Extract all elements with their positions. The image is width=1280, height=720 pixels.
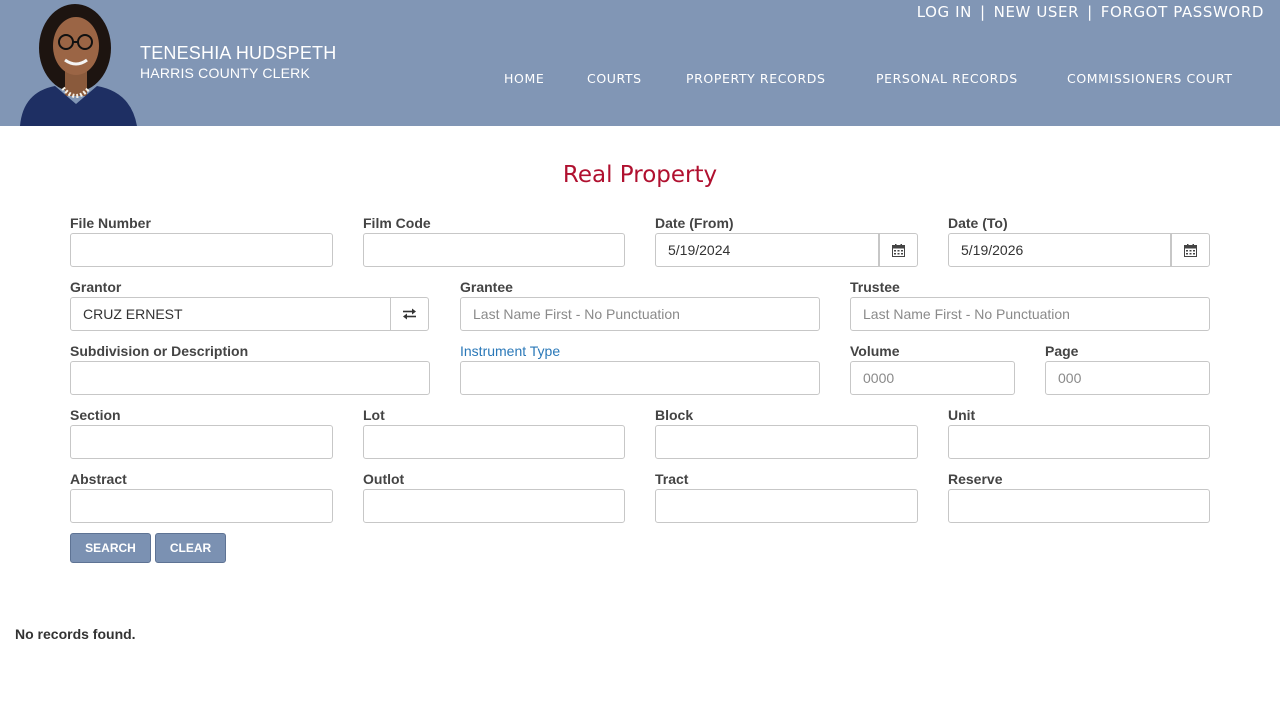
trustee-input[interactable]: [850, 297, 1210, 331]
date-from-label: Date (From): [655, 215, 734, 231]
outlot-input[interactable]: [363, 489, 625, 523]
instrument-type-link[interactable]: Instrument Type: [460, 343, 560, 359]
nav-personal-records[interactable]: PERSONAL RECORDS: [876, 71, 1018, 86]
clear-button[interactable]: CLEAR: [155, 533, 226, 563]
swap-names-button[interactable]: [390, 297, 429, 331]
grantor-label: Grantor: [70, 279, 122, 295]
section-input[interactable]: [70, 425, 333, 459]
file-number-input[interactable]: [70, 233, 333, 267]
calendar-icon: [892, 243, 905, 257]
unit-label: Unit: [948, 407, 976, 423]
subdivision-input[interactable]: [70, 361, 430, 395]
tract-input[interactable]: [655, 489, 918, 523]
clerk-portrait: [15, 0, 140, 126]
page-title: Real Property: [562, 162, 718, 188]
instrument-type-input[interactable]: [460, 361, 820, 395]
nav-commissioners-court[interactable]: COMMISSIONERS COURT: [1067, 71, 1233, 86]
file-number-label: File Number: [70, 215, 151, 231]
page-input[interactable]: [1045, 361, 1210, 395]
site-header: TENESHIA HUDSPETH HARRIS COUNTY CLERK LO…: [0, 0, 1280, 126]
date-from-input[interactable]: [655, 233, 879, 267]
volume-label: Volume: [850, 343, 900, 359]
date-to-picker-button[interactable]: [1171, 233, 1210, 267]
tract-label: Tract: [655, 471, 689, 487]
film-code-input[interactable]: [363, 233, 625, 267]
date-from-picker-button[interactable]: [879, 233, 918, 267]
clerk-name: TENESHIA HUDSPETH: [140, 43, 337, 63]
film-code-label: Film Code: [363, 215, 431, 231]
link-separator: |: [1087, 3, 1093, 21]
block-input[interactable]: [655, 425, 918, 459]
grantee-label: Grantee: [460, 279, 513, 295]
unit-input[interactable]: [948, 425, 1210, 459]
account-links: LOG IN | NEW USER | FORGOT PASSWORD: [917, 3, 1264, 21]
volume-input[interactable]: [850, 361, 1015, 395]
login-link[interactable]: LOG IN: [917, 3, 972, 21]
reserve-input[interactable]: [948, 489, 1210, 523]
date-to-label: Date (To): [948, 215, 1008, 231]
grantee-input[interactable]: [460, 297, 820, 331]
date-to-input[interactable]: [948, 233, 1171, 267]
subdivision-label: Subdivision or Description: [70, 343, 249, 359]
nav-property-records[interactable]: PROPERTY RECORDS: [686, 71, 826, 86]
lot-label: Lot: [363, 407, 385, 423]
link-separator: |: [979, 3, 986, 21]
nav-home[interactable]: HOME: [504, 71, 544, 86]
new-user-link[interactable]: NEW USER: [994, 3, 1080, 21]
abstract-label: Abstract: [70, 471, 127, 487]
lot-input[interactable]: [363, 425, 625, 459]
forgot-password-link[interactable]: FORGOT PASSWORD: [1101, 3, 1264, 21]
trustee-label: Trustee: [850, 279, 900, 295]
search-button[interactable]: SEARCH: [70, 533, 151, 563]
results-message: No records found.: [15, 626, 136, 642]
abstract-input[interactable]: [70, 489, 333, 523]
nav-courts[interactable]: COURTS: [587, 71, 642, 86]
reserve-label: Reserve: [948, 471, 1003, 487]
grantor-input[interactable]: [70, 297, 391, 331]
block-label: Block: [655, 407, 694, 423]
calendar-icon: [1184, 243, 1197, 257]
swap-icon: [403, 308, 416, 320]
page-label: Page: [1045, 343, 1079, 359]
main-nav: HOME COURTS PROPERTY RECORDS PERSONAL RE…: [0, 71, 1280, 87]
outlot-label: Outlot: [363, 471, 405, 487]
section-label: Section: [70, 407, 121, 423]
